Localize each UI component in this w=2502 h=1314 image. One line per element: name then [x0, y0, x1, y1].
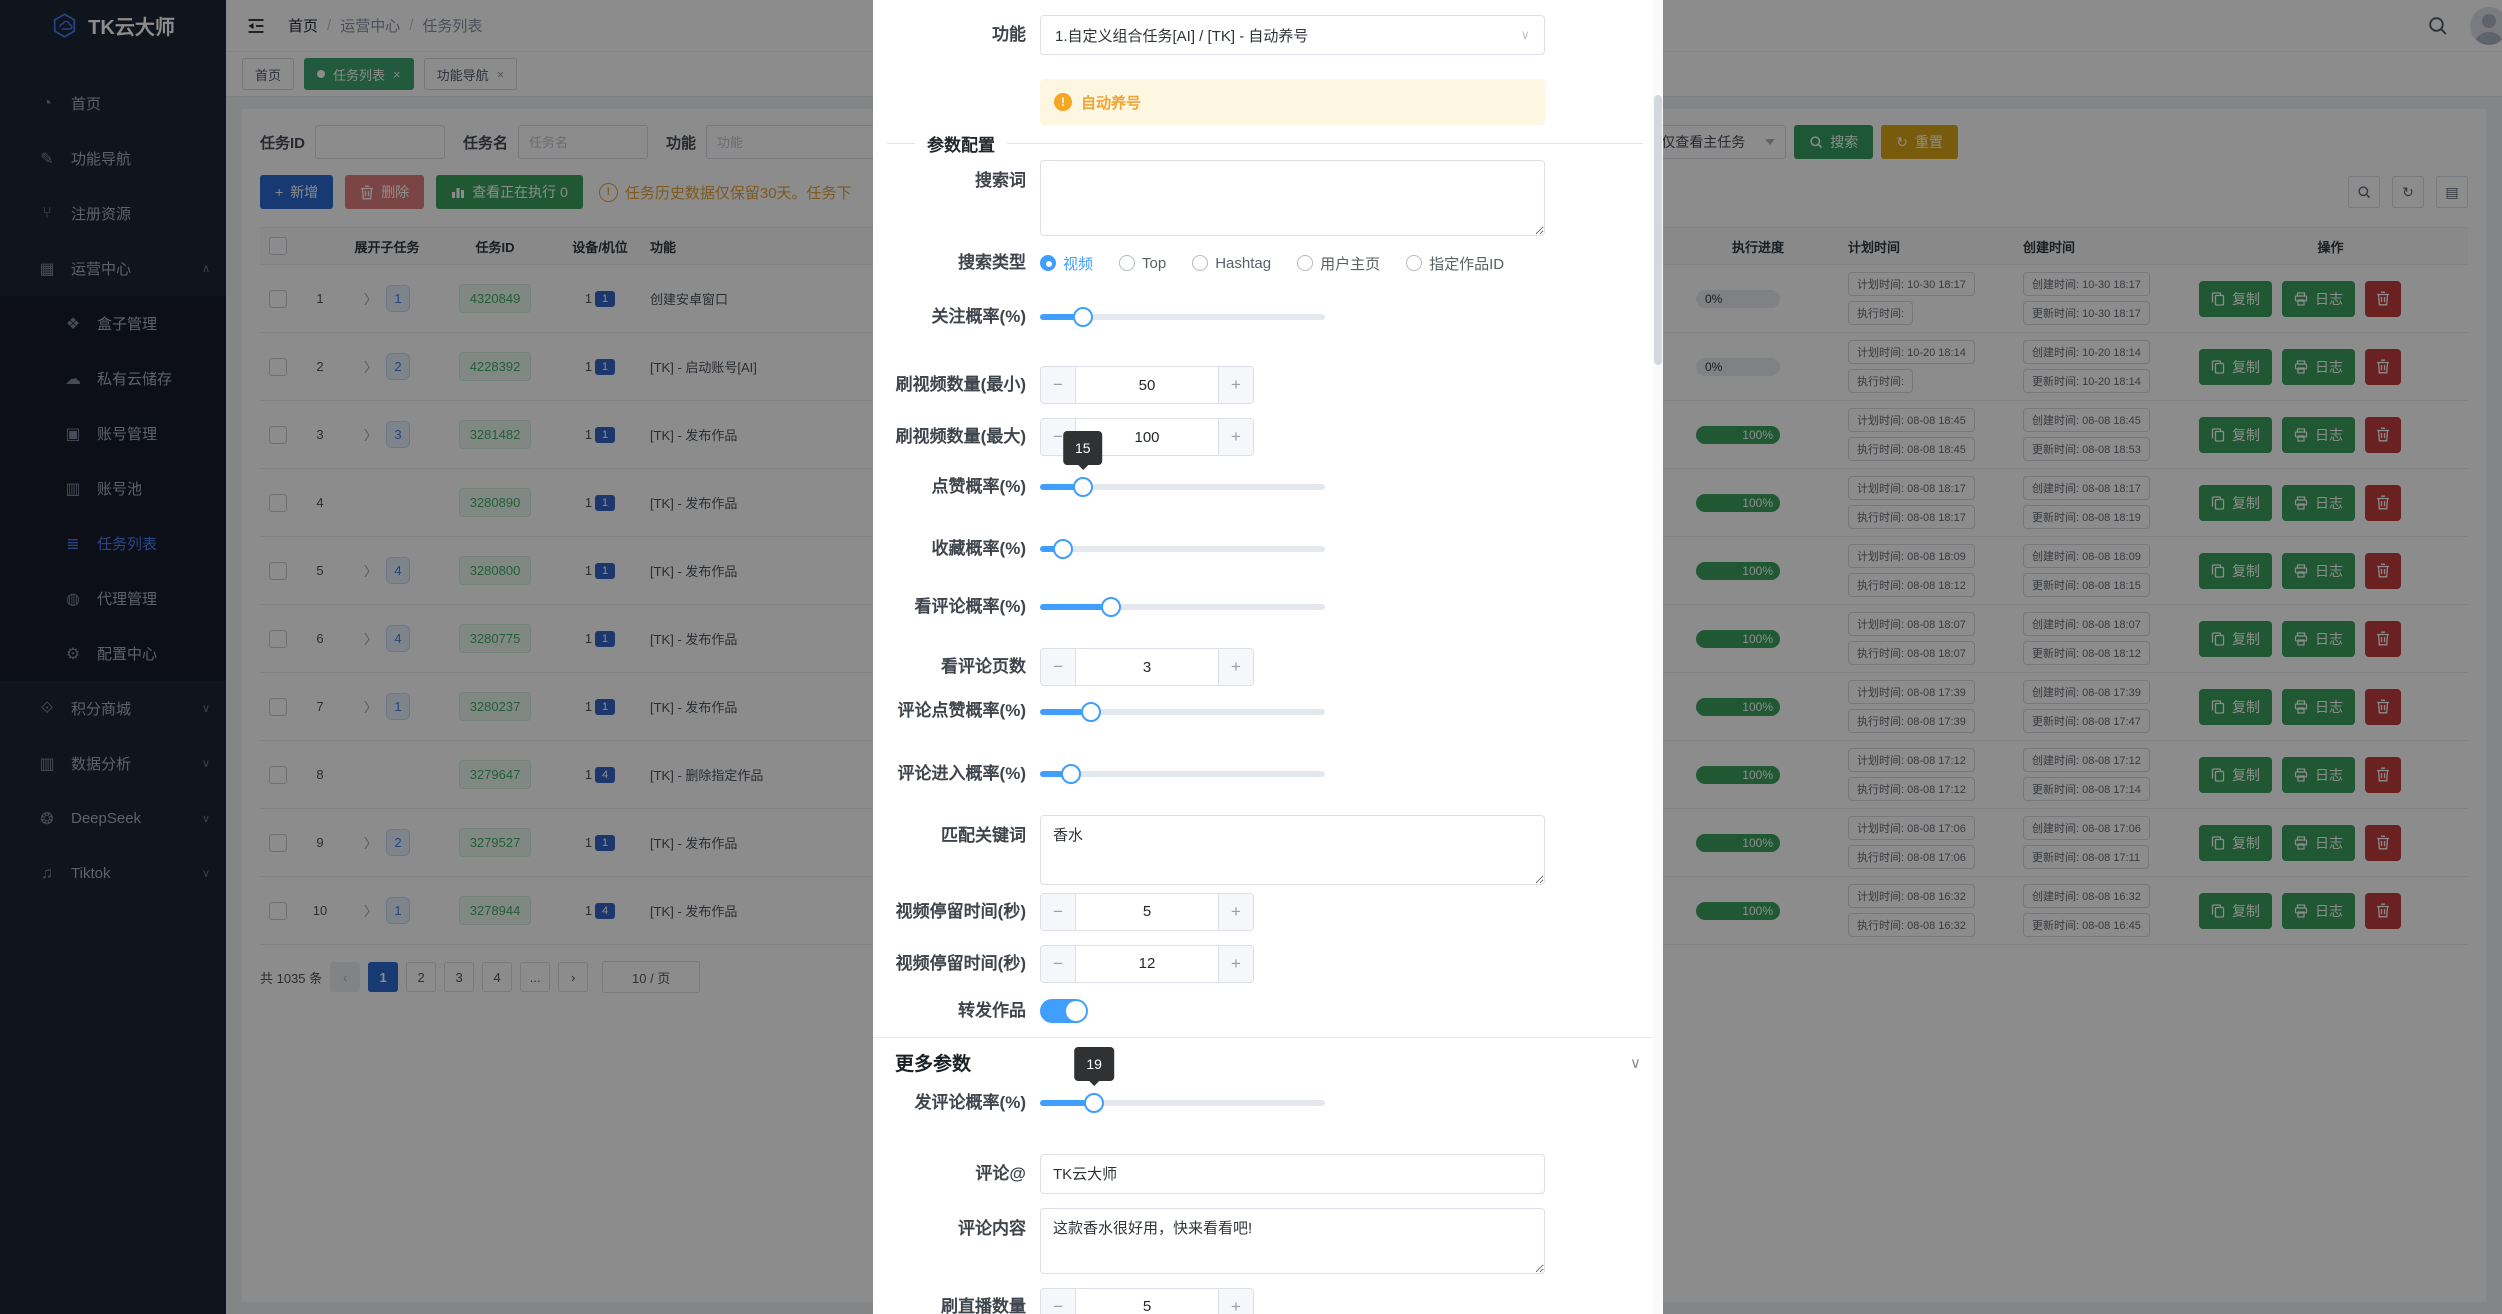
slider-thumb[interactable] [1073, 307, 1093, 327]
stepper-minus-button[interactable]: − [1041, 649, 1076, 685]
radio-label: 指定作品ID [1429, 253, 1504, 274]
radio-Hashtag[interactable]: Hashtag [1192, 255, 1271, 272]
more-params-header[interactable]: 更多参数 ∨ [873, 1048, 1663, 1078]
stepper-plus-button[interactable]: + [1218, 1289, 1253, 1314]
radio-label: 用户主页 [1320, 253, 1380, 274]
warning-filled-icon: ! [1054, 93, 1072, 111]
comment-enter-probability-slider[interactable] [1040, 764, 1325, 784]
search-type-label: 搜索类型 [873, 252, 1040, 274]
slider-thumb[interactable] [1101, 597, 1121, 617]
comment-pages-stepper: − 3 + [1040, 648, 1254, 686]
stay-min-stepper: − 5 + [1040, 893, 1254, 931]
slider-thumb[interactable] [1084, 1093, 1104, 1113]
radio-Top[interactable]: Top [1119, 255, 1166, 272]
stepper-plus-button[interactable]: + [1218, 367, 1253, 403]
slider-thumb[interactable] [1061, 764, 1081, 784]
stepper-minus-button[interactable]: − [1041, 946, 1076, 982]
stepper-plus-button[interactable]: + [1218, 946, 1253, 982]
radio-dot-icon [1192, 255, 1208, 271]
like-probability-slider[interactable]: 15 [1040, 477, 1325, 497]
stepper-plus-button[interactable]: + [1218, 894, 1253, 930]
stepper-plus-button[interactable]: + [1218, 649, 1253, 685]
comment-at-input[interactable] [1040, 1154, 1545, 1194]
stepper-plus-button[interactable]: + [1218, 419, 1253, 455]
slider-value-tooltip: 19 [1074, 1047, 1114, 1081]
repost-toggle[interactable] [1040, 999, 1088, 1023]
slider-value-tooltip: 15 [1063, 431, 1103, 465]
live-count-stepper: − 5 + [1040, 1288, 1254, 1314]
radio-dot-icon [1119, 255, 1135, 271]
comment-like-probability-slider[interactable] [1040, 702, 1325, 722]
comment-content-textarea[interactable] [1040, 1208, 1545, 1274]
slider-thumb[interactable] [1053, 539, 1073, 559]
favorite-probability-slider[interactable] [1040, 539, 1325, 559]
post-comment-probability-slider[interactable]: 19 [1040, 1093, 1325, 1113]
stepper-minus-button[interactable]: − [1041, 367, 1076, 403]
search-word-textarea[interactable] [1040, 160, 1545, 236]
modal-warning-box: ! 自动养号 [1040, 79, 1545, 125]
modal-scrollbar [1653, 0, 1663, 1314]
stepper-minus-button[interactable]: − [1041, 894, 1076, 930]
slider-thumb[interactable] [1081, 702, 1101, 722]
chevron-down-icon: ∨ [1630, 1054, 1641, 1072]
scrollbar-thumb[interactable] [1654, 95, 1662, 365]
view-comment-probability-slider[interactable] [1040, 597, 1325, 617]
radio-dot-icon [1297, 255, 1313, 271]
radio-用户主页[interactable]: 用户主页 [1297, 253, 1380, 274]
task-edit-modal: 功能 1.自定义组合任务[AI] / [TK] - 自动养号 ∨ ! 自动养号 … [873, 0, 1663, 1314]
radio-指定作品ID[interactable]: 指定作品ID [1406, 253, 1504, 274]
radio-dot-icon [1040, 255, 1056, 271]
radio-label: Hashtag [1215, 255, 1271, 272]
follow-probability-slider[interactable] [1040, 307, 1325, 327]
search-type-radios: 视频 Top Hashtag 用户主页 指定作品ID [1040, 253, 1504, 274]
radio-label: Top [1142, 255, 1166, 272]
chevron-down-icon: ∨ [1520, 27, 1530, 43]
section-divider-params: 参数配置 [873, 131, 1663, 156]
stay-max-stepper: − 12 + [1040, 945, 1254, 983]
radio-视频[interactable]: 视频 [1040, 253, 1093, 274]
search-word-label: 搜索词 [873, 160, 1040, 192]
app-root: TK云大师 ◔首页✎功能导航⑂注册资源▦运营中心∧ ❖盒子管理☁私有云储存▣账号… [0, 0, 2502, 1314]
modal-func-label: 功能 [873, 24, 1040, 46]
radio-label: 视频 [1063, 253, 1093, 274]
stepper-minus-button[interactable]: − [1041, 1289, 1076, 1314]
min-videos-stepper: − 50 + [1040, 366, 1254, 404]
modal-func-select[interactable]: 1.自定义组合任务[AI] / [TK] - 自动养号 ∨ [1040, 15, 1545, 55]
keyword-textarea[interactable] [1040, 815, 1545, 885]
slider-thumb[interactable] [1073, 477, 1093, 497]
radio-dot-icon [1406, 255, 1422, 271]
